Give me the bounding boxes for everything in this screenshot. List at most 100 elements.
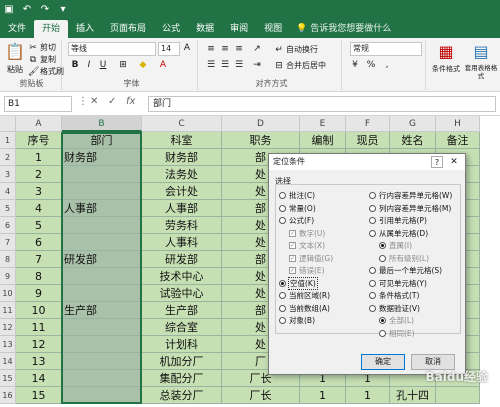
align-bottom-button[interactable]: ≡ xyxy=(234,44,244,54)
table-cell[interactable]: 人事部 xyxy=(142,200,222,217)
table-cell[interactable]: 技术中心 xyxy=(142,268,222,285)
row-header[interactable]: 5 xyxy=(0,200,16,217)
column-header-C[interactable]: C xyxy=(142,116,222,132)
radio-icon[interactable] xyxy=(279,204,286,212)
table-cell[interactable]: 生产部 xyxy=(142,302,222,319)
undo-icon[interactable]: ↶ xyxy=(20,2,34,16)
paste-button[interactable]: 📋 粘贴 xyxy=(4,42,26,75)
table-cell[interactable] xyxy=(62,319,142,336)
help-button[interactable]: ? xyxy=(431,156,443,168)
copy-button[interactable]: ⧉ 复制 xyxy=(28,54,56,65)
row-header[interactable]: 11 xyxy=(0,302,16,319)
radio-icon[interactable] xyxy=(279,192,286,199)
radio-icon[interactable] xyxy=(279,292,286,299)
italic-button[interactable]: I xyxy=(84,60,94,70)
radio-icon[interactable] xyxy=(369,292,376,299)
fx-icon[interactable]: fx xyxy=(126,96,135,107)
indent-button[interactable]: ⇥ xyxy=(252,60,262,70)
font-size-select[interactable]: 14 xyxy=(158,42,180,56)
underline-button[interactable]: U xyxy=(98,60,108,70)
formula-input[interactable]: 部门 xyxy=(148,96,496,112)
name-box-dropdown-icon[interactable]: ⋮ xyxy=(78,96,88,107)
header-cell[interactable]: 编制 xyxy=(300,132,346,149)
table-cell[interactable]: 研发部 xyxy=(142,251,222,268)
option-right_options-9[interactable]: 数据验证(V) xyxy=(369,303,420,314)
save-icon[interactable]: ▣ xyxy=(2,2,16,16)
table-cell[interactable]: 财务部 xyxy=(62,149,142,166)
table-cell[interactable]: 法务处 xyxy=(142,166,222,183)
select-all-corner[interactable] xyxy=(0,116,16,132)
radio-icon[interactable] xyxy=(369,267,376,274)
table-cell[interactable]: 机加分厂 xyxy=(142,353,222,370)
radio-icon[interactable] xyxy=(279,217,286,224)
table-cell[interactable]: 总装分厂 xyxy=(142,387,222,404)
header-cell[interactable]: 部门 xyxy=(62,132,142,149)
table-cell[interactable] xyxy=(62,353,142,370)
table-cell[interactable]: 研发部 xyxy=(62,251,142,268)
table-cell[interactable] xyxy=(62,234,142,251)
table-cell[interactable]: 6 xyxy=(16,234,62,251)
font-color-button[interactable]: A xyxy=(158,60,168,70)
font-name-select[interactable]: 等线 xyxy=(68,42,156,56)
tab-home[interactable]: 开始 xyxy=(34,20,69,38)
tab-data[interactable]: 数据 xyxy=(188,20,222,38)
percent-button[interactable]: % xyxy=(366,60,376,70)
table-cell[interactable]: 3 xyxy=(16,183,62,200)
grow-font-button[interactable]: A xyxy=(182,43,192,53)
table-cell[interactable] xyxy=(62,217,142,234)
bold-button[interactable]: B xyxy=(70,60,80,70)
row-header[interactable]: 4 xyxy=(0,183,16,200)
row-header[interactable]: 9 xyxy=(0,268,16,285)
conditional-format-button[interactable]: ▦ 条件格式 xyxy=(430,42,462,74)
table-cell[interactable]: 8 xyxy=(16,268,62,285)
option-right_options-2[interactable]: 引用单元格(P) xyxy=(369,215,427,226)
row-header[interactable]: 3 xyxy=(0,166,16,183)
radio-icon[interactable] xyxy=(279,279,286,287)
radio-icon[interactable] xyxy=(369,304,376,312)
table-cell[interactable]: 集配分厂 xyxy=(142,370,222,387)
column-header-A[interactable]: A xyxy=(16,116,62,132)
option-right_options-0[interactable]: 行内容差异单元格(W) xyxy=(369,190,452,201)
table-cell[interactable]: 计划科 xyxy=(142,336,222,353)
row-header[interactable]: 15 xyxy=(0,370,16,387)
column-header-F[interactable]: F xyxy=(346,116,390,132)
row-header[interactable]: 6 xyxy=(0,217,16,234)
fill-color-button[interactable]: ◆ xyxy=(138,60,148,70)
table-cell[interactable]: 13 xyxy=(16,353,62,370)
table-cell[interactable] xyxy=(62,166,142,183)
table-cell[interactable]: 7 xyxy=(16,251,62,268)
format-as-table-button[interactable]: ▤ 套用表格格式 xyxy=(464,42,498,80)
column-header-G[interactable]: G xyxy=(390,116,436,132)
table-cell[interactable]: 会计处 xyxy=(142,183,222,200)
column-header-D[interactable]: D xyxy=(222,116,300,132)
table-cell[interactable] xyxy=(436,387,480,404)
number-format-select[interactable]: 常规 xyxy=(350,42,422,56)
table-cell[interactable]: 1 xyxy=(16,149,62,166)
option-left_options-7[interactable]: 空值(K) xyxy=(279,276,318,290)
table-cell[interactable] xyxy=(62,183,142,200)
redo-icon[interactable]: ↷ xyxy=(38,2,52,16)
column-header-H[interactable]: H xyxy=(436,116,480,132)
row-header[interactable]: 14 xyxy=(0,353,16,370)
orientation-button[interactable]: ↗ xyxy=(252,44,262,54)
option-right_options-7[interactable]: 可见单元格(Y) xyxy=(369,278,427,289)
table-cell[interactable]: 2 xyxy=(16,166,62,183)
row-header[interactable]: 2 xyxy=(0,149,16,166)
column-header-E[interactable]: E xyxy=(300,116,346,132)
option-left_options-9[interactable]: 当前数组(A) xyxy=(279,303,330,314)
ok-button[interactable]: 确定 xyxy=(361,354,405,370)
cut-button[interactable]: ✂ 剪切 xyxy=(28,42,56,53)
header-cell[interactable]: 姓名 xyxy=(390,132,436,149)
table-cell[interactable]: 劳务科 xyxy=(142,217,222,234)
tab-insert[interactable]: 插入 xyxy=(68,20,102,38)
tab-file[interactable]: 文件 xyxy=(0,20,34,38)
table-cell[interactable]: 14 xyxy=(16,370,62,387)
align-left-button[interactable]: ☰ xyxy=(206,60,216,70)
table-cell[interactable]: 12 xyxy=(16,336,62,353)
align-right-button[interactable]: ☰ xyxy=(234,60,244,70)
comma-button[interactable]: , xyxy=(382,60,392,70)
table-cell[interactable] xyxy=(62,268,142,285)
table-cell[interactable]: 生产部 xyxy=(62,302,142,319)
table-cell[interactable]: 4 xyxy=(16,200,62,217)
table-cell[interactable] xyxy=(62,336,142,353)
